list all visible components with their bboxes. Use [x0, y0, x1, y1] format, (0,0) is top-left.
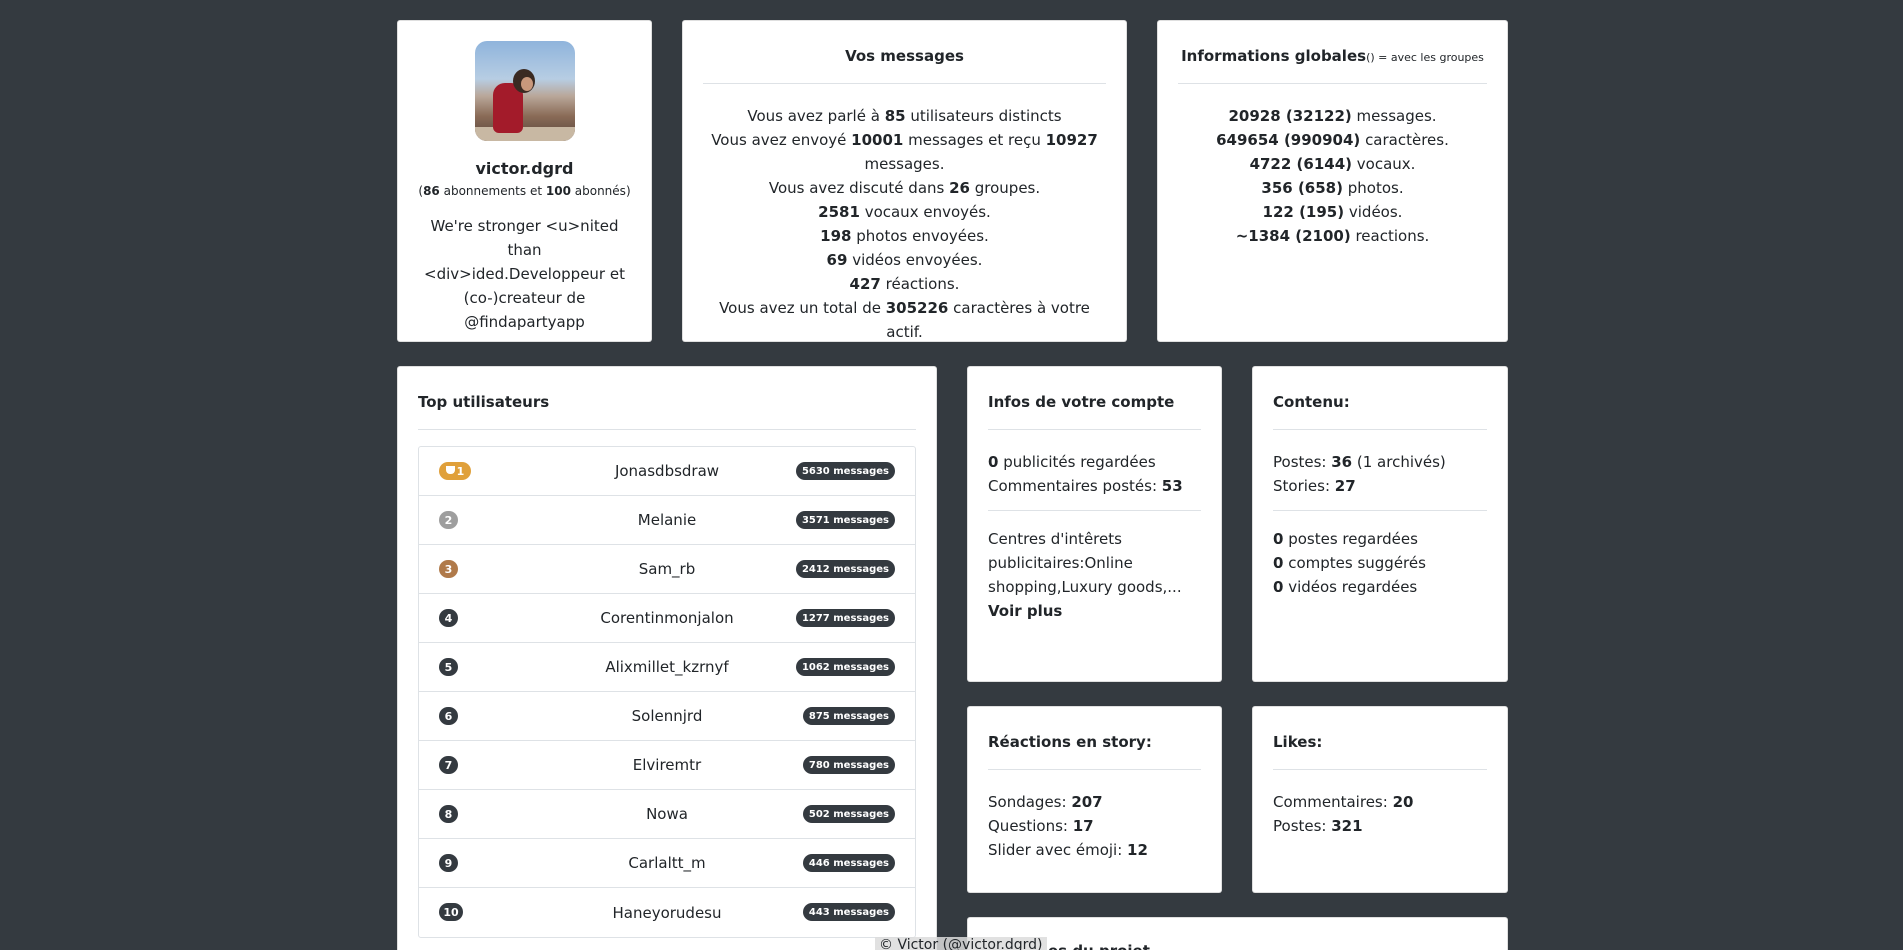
- accounts-suggested: 0 comptes suggérés: [1273, 554, 1426, 572]
- message-count-badge: 3571 messages: [795, 511, 895, 529]
- list-item[interactable]: 3 Sam_rb 2412 messages: [419, 545, 915, 594]
- user-name: Melanie: [637, 511, 697, 529]
- list-item[interactable]: 7 Elviremtr 780 messages: [419, 741, 915, 790]
- posts-viewed: 0 postes regardées: [1273, 530, 1418, 548]
- profile-card: victor.dgrd (86 abonnements et 100 abonn…: [397, 20, 652, 342]
- content-card: Contenu: Postes: 36 (1 archivés) Stories…: [1252, 366, 1508, 682]
- message-count-badge: 2412 messages: [795, 560, 895, 578]
- footer-copyright: © Victor (@victor.dgrd): [875, 937, 1047, 950]
- list-item[interactable]: 6 Solennjrd 875 messages: [419, 692, 915, 741]
- message-count-badge: 875 messages: [802, 707, 895, 725]
- dashboard-page: victor.dgrd (86 abonnements et 100 abonn…: [0, 0, 1903, 950]
- rank-badge: 8: [439, 805, 458, 823]
- story-reactions-card: Réactions en story: Sondages: 207 Questi…: [967, 706, 1222, 893]
- top-users-title: Top utilisateurs: [418, 387, 916, 430]
- divider: [988, 510, 1201, 511]
- list-item[interactable]: 8 Nowa 502 messages: [419, 790, 915, 839]
- likes-title: Likes:: [1273, 727, 1487, 770]
- rank-badge: 4: [439, 609, 458, 627]
- profile-bio: We're stronger <u>nited than <div>ided.D…: [424, 217, 625, 331]
- list-item[interactable]: 1 Jonasdbsdraw 5630 messages: [419, 447, 915, 496]
- messages-card: Vos messages Vous avez parlé à 85 utilis…: [682, 20, 1127, 342]
- likes-card: Likes: Commentaires: 20 Postes: 321: [1252, 706, 1508, 893]
- likes-posts: Postes: 321: [1273, 817, 1363, 835]
- user-name: Elviremtr: [632, 756, 702, 774]
- user-name: Haneyorudesu: [612, 903, 722, 922]
- rank-badge: 3: [439, 560, 458, 578]
- rank-badge: 1: [439, 462, 471, 480]
- rank-badge: 7: [439, 756, 458, 774]
- project-card: es du projet: [967, 917, 1508, 950]
- profile-follow-stats: (86 abonnements et 100 abonnés): [418, 184, 631, 198]
- rank-badge: 2: [439, 511, 458, 529]
- user-name: Alixmillet_kzrnyf: [605, 658, 729, 676]
- message-count-badge: 5630 messages: [795, 462, 895, 480]
- message-count-badge: 1062 messages: [795, 658, 895, 676]
- user-name: Jonasdbsdraw: [614, 462, 720, 480]
- user-name: Carlaltt_m: [628, 854, 706, 872]
- top-users-list: 1 Jonasdbsdraw 5630 messages 2 Melanie 3…: [418, 446, 916, 938]
- see-more-link[interactable]: Voir plus: [988, 602, 1062, 620]
- videos-viewed: 0 vidéos regardées: [1273, 578, 1418, 596]
- messages-stats: Vous avez parlé à 85 utilisateurs distin…: [711, 107, 1098, 341]
- messages-title: Vos messages: [703, 41, 1106, 84]
- content-title: Contenu:: [1273, 387, 1487, 430]
- list-item[interactable]: 4 Corentinmonjalon 1277 messages: [419, 594, 915, 643]
- list-item[interactable]: 2 Melanie 3571 messages: [419, 496, 915, 545]
- list-item[interactable]: 10 Haneyorudesu 443 messages: [419, 888, 915, 937]
- user-name: Sam_rb: [638, 560, 696, 578]
- project-title: es du projet: [988, 938, 1487, 950]
- account-info-card: Infos de votre compte 0 publicités regar…: [967, 366, 1222, 682]
- rank-badge: 10: [439, 903, 463, 921]
- message-count-badge: 780 messages: [802, 756, 895, 774]
- rank-badge: 6: [439, 707, 458, 725]
- top-users-card: Top utilisateurs 1 Jonasdbsdraw 5630 mes…: [397, 366, 937, 950]
- divider: [1273, 510, 1487, 511]
- global-note: () = avec les groupes: [1366, 51, 1484, 64]
- rank-badge: 9: [439, 854, 458, 872]
- user-name: Solennjrd: [631, 707, 703, 725]
- account-title: Infos de votre compte: [988, 387, 1201, 430]
- list-item[interactable]: 5 Alixmillet_kzrnyf 1062 messages: [419, 643, 915, 692]
- posts-count: Postes: 36 (1 archivés): [1273, 453, 1446, 471]
- comments-posted: Commentaires postés: 53: [988, 477, 1183, 495]
- global-info-card: Informations globales() = avec les group…: [1157, 20, 1508, 342]
- profile-username: victor.dgrd: [475, 159, 574, 178]
- user-name: Nowa: [646, 805, 688, 823]
- message-count-badge: 446 messages: [802, 854, 895, 872]
- story-reactions-title: Réactions en story:: [988, 727, 1201, 770]
- ad-interests: Centres d'intêrets publicitaires:Online …: [988, 530, 1182, 620]
- message-count-badge: 443 messages: [802, 903, 895, 921]
- global-stats: 20928 (32122) messages. 649654 (990904) …: [1216, 107, 1449, 245]
- stories-count: Stories: 27: [1273, 477, 1356, 495]
- global-title: Informations globales() = avec les group…: [1178, 41, 1487, 84]
- ads-viewed: 0 publicités regardées: [988, 453, 1156, 471]
- slider-count: Slider avec émoji: 12: [988, 841, 1148, 859]
- message-count-badge: 502 messages: [802, 805, 895, 823]
- avatar: [474, 41, 575, 141]
- user-name: Corentinmonjalon: [600, 609, 734, 627]
- message-count-badge: 1277 messages: [795, 609, 895, 627]
- rank-badge: 5: [439, 658, 458, 676]
- list-item[interactable]: 9 Carlaltt_m 446 messages: [419, 839, 915, 888]
- questions-count: Questions: 17: [988, 817, 1094, 835]
- polls-count: Sondages: 207: [988, 793, 1103, 811]
- likes-comments: Commentaires: 20: [1273, 793, 1414, 811]
- trophy-icon: [445, 466, 455, 474]
